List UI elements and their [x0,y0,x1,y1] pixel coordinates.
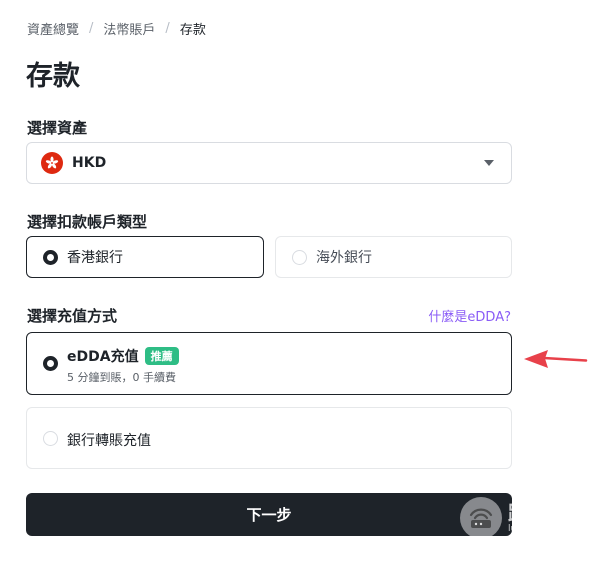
watermark-text: 路由器 [508,500,571,525]
breadcrumb-item-fiat-account[interactable]: 法幣賬戶 [103,19,155,38]
method-title-row: eDDA充值 推薦 [67,346,179,366]
method-option-bank-transfer[interactable]: 銀行轉賬充值 [26,407,512,469]
watermark-url: luyouqi.com [508,523,564,534]
radio-unchecked-icon[interactable] [292,249,307,265]
breadcrumb: 資產總覽 / 法幣賬戶 / 存款 [27,19,206,38]
breadcrumb-separator: / [89,21,94,36]
watermark: 路由器 luyouqi.com [460,497,571,539]
what-is-edda-link[interactable]: 什麼是eDDA? [428,306,511,325]
chevron-down-icon [484,160,494,166]
asset-select-value: HKD [72,155,107,171]
account-type-section-label: 選擇扣款帳戶類型 [27,213,148,231]
method-subtitle: 5 分鐘到賬，0 手續費 [67,371,176,384]
radio-unchecked-icon[interactable] [43,431,58,446]
method-title: eDDA充值 [67,349,139,365]
account-option-label: 香港銀行 [67,250,123,266]
method-title: 銀行轉賬充值 [67,433,151,449]
radio-checked-icon[interactable] [43,356,58,371]
breadcrumb-item-deposit: 存款 [179,23,206,38]
asset-section-label: 選擇資產 [27,119,88,137]
method-section-label: 選擇充值方式 [27,307,118,325]
asset-select[interactable]: HKD [26,142,512,184]
router-logo-icon [460,497,502,539]
next-button[interactable]: 下一步 [26,493,512,536]
breadcrumb-separator: / [165,21,170,36]
account-option-hk-bank[interactable]: 香港銀行 [26,236,264,278]
account-option-overseas-bank[interactable]: 海外銀行 [275,236,512,278]
page-title: 存款 [26,61,80,92]
method-option-edda[interactable]: eDDA充值 推薦 5 分鐘到賬，0 手續費 [26,332,512,395]
account-option-label: 海外銀行 [316,250,372,266]
annotation-arrow-icon [524,350,588,368]
hong-kong-flag-icon [41,152,63,174]
radio-checked-icon[interactable] [43,249,58,265]
recommended-badge: 推薦 [144,347,179,365]
breadcrumb-item-asset-overview[interactable]: 資產總覽 [27,19,79,38]
